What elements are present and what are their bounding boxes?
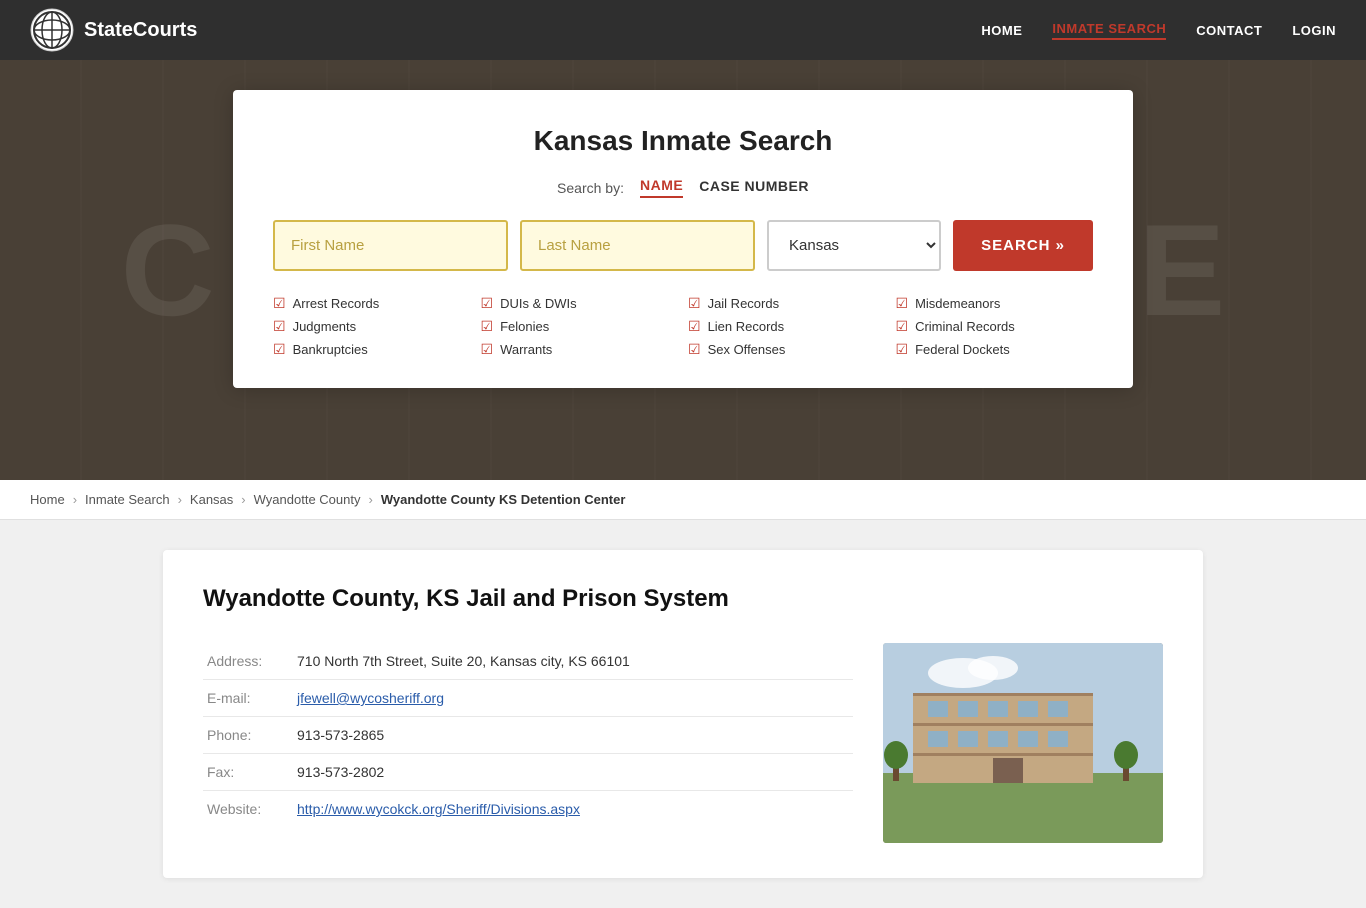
- check-icon: ☑: [896, 295, 909, 312]
- checkbox-lien-records: ☑ Lien Records: [688, 318, 886, 335]
- check-icon: ☑: [688, 318, 701, 335]
- info-table: Address: 710 North 7th Street, Suite 20,…: [203, 643, 853, 827]
- content-main: Address: 710 North 7th Street, Suite 20,…: [203, 643, 853, 843]
- check-icon: ☑: [273, 318, 286, 335]
- website-value: http://www.wycokck.org/Sheriff/Divisions…: [293, 791, 853, 828]
- search-button[interactable]: SEARCH »: [953, 220, 1093, 271]
- check-icon: ☑: [688, 295, 701, 312]
- search-card: Kansas Inmate Search Search by: NAME CAS…: [233, 90, 1133, 388]
- fax-value: 913-573-2802: [293, 754, 853, 791]
- table-row: Fax: 913-573-2802: [203, 754, 853, 791]
- search-title: Kansas Inmate Search: [273, 125, 1093, 157]
- address-value: 710 North 7th Street, Suite 20, Kansas c…: [293, 643, 853, 680]
- check-icon: ☑: [481, 318, 494, 335]
- breadcrumb-sep-3: ›: [241, 492, 245, 507]
- check-icon: ☑: [481, 341, 494, 358]
- phone-value: 913-573-2865: [293, 717, 853, 754]
- tab-case-number[interactable]: CASE NUMBER: [699, 178, 809, 197]
- content-card: Wyandotte County, KS Jail and Prison Sys…: [163, 550, 1203, 878]
- hero-section: COURTHOUSE Kansas Inmate Search Search b…: [0, 60, 1366, 480]
- table-row: Phone: 913-573-2865: [203, 717, 853, 754]
- main-nav: HOME INMATE SEARCH CONTACT LOGIN: [981, 21, 1336, 40]
- checkbox-label: Arrest Records: [293, 296, 380, 311]
- checkbox-federal-dockets: ☑ Federal Dockets: [896, 341, 1094, 358]
- website-link[interactable]: http://www.wycokck.org/Sheriff/Divisions…: [297, 801, 580, 817]
- content-area: Wyandotte County, KS Jail and Prison Sys…: [133, 520, 1233, 908]
- checkbox-arrest-records: ☑ Arrest Records: [273, 295, 471, 312]
- breadcrumb-sep-4: ›: [368, 492, 372, 507]
- checkbox-label: DUIs & DWIs: [500, 296, 577, 311]
- checkbox-misdemeanors: ☑ Misdemeanors: [896, 295, 1094, 312]
- checkbox-bankruptcies: ☑ Bankruptcies: [273, 341, 471, 358]
- email-label: E-mail:: [203, 680, 293, 717]
- nav-contact[interactable]: CONTACT: [1196, 23, 1262, 38]
- phone-label: Phone:: [203, 717, 293, 754]
- nav-home[interactable]: HOME: [981, 23, 1022, 38]
- building-image: [883, 643, 1163, 843]
- table-row: Address: 710 North 7th Street, Suite 20,…: [203, 643, 853, 680]
- checkbox-criminal-records: ☑ Criminal Records: [896, 318, 1094, 335]
- check-icon: ☑: [273, 295, 286, 312]
- website-label: Website:: [203, 791, 293, 828]
- breadcrumb: Home › Inmate Search › Kansas › Wyandott…: [0, 480, 1366, 520]
- tab-name[interactable]: NAME: [640, 177, 683, 198]
- first-name-input[interactable]: [273, 220, 508, 271]
- breadcrumb-home[interactable]: Home: [30, 492, 65, 507]
- check-icon: ☑: [688, 341, 701, 358]
- table-row: E-mail: jfewell@wycosheriff.org: [203, 680, 853, 717]
- checkbox-label: Misdemeanors: [915, 296, 1000, 311]
- nav-login[interactable]: LOGIN: [1292, 23, 1336, 38]
- email-link[interactable]: jfewell@wycosheriff.org: [297, 690, 444, 706]
- checkbox-label: Federal Dockets: [915, 342, 1010, 357]
- checkbox-duis: ☑ DUIs & DWIs: [481, 295, 679, 312]
- checkbox-warrants: ☑ Warrants: [481, 341, 679, 358]
- facility-title: Wyandotte County, KS Jail and Prison Sys…: [203, 585, 1163, 613]
- checkbox-label: Warrants: [500, 342, 552, 357]
- checkbox-felonies: ☑ Felonies: [481, 318, 679, 335]
- last-name-input[interactable]: [520, 220, 755, 271]
- nav-inmate-search[interactable]: INMATE SEARCH: [1052, 21, 1166, 40]
- state-select[interactable]: Kansas Missouri Oklahoma Nebraska: [767, 220, 941, 271]
- search-by-row: Search by: NAME CASE NUMBER: [273, 177, 1093, 198]
- checkbox-sex-offenses: ☑ Sex Offenses: [688, 341, 886, 358]
- search-by-label: Search by:: [557, 180, 624, 196]
- breadcrumb-sep-1: ›: [73, 492, 77, 507]
- site-header: StateCourts HOME INMATE SEARCH CONTACT L…: [0, 0, 1366, 60]
- email-value: jfewell@wycosheriff.org: [293, 680, 853, 717]
- logo-icon: [30, 8, 74, 52]
- logo[interactable]: StateCourts: [30, 8, 197, 52]
- checkbox-label: Jail Records: [708, 296, 780, 311]
- breadcrumb-sep-2: ›: [178, 492, 182, 507]
- check-icon: ☑: [273, 341, 286, 358]
- check-icon: ☑: [896, 318, 909, 335]
- checkbox-jail-records: ☑ Jail Records: [688, 295, 886, 312]
- checkbox-label: Felonies: [500, 319, 549, 334]
- logo-text: StateCourts: [84, 19, 197, 42]
- check-icon: ☑: [481, 295, 494, 312]
- checkbox-label: Lien Records: [708, 319, 785, 334]
- table-row: Website: http://www.wycokck.org/Sheriff/…: [203, 791, 853, 828]
- checkbox-label: Bankruptcies: [293, 342, 368, 357]
- fax-label: Fax:: [203, 754, 293, 791]
- checkbox-label: Sex Offenses: [708, 342, 786, 357]
- breadcrumb-kansas[interactable]: Kansas: [190, 492, 233, 507]
- search-inputs-row: Kansas Missouri Oklahoma Nebraska SEARCH…: [273, 220, 1093, 271]
- checkboxes-grid: ☑ Arrest Records ☑ DUIs & DWIs ☑ Jail Re…: [273, 295, 1093, 358]
- address-label: Address:: [203, 643, 293, 680]
- checkbox-label: Criminal Records: [915, 319, 1015, 334]
- breadcrumb-inmate-search[interactable]: Inmate Search: [85, 492, 170, 507]
- breadcrumb-wyandotte-county[interactable]: Wyandotte County: [254, 492, 361, 507]
- checkbox-judgments: ☑ Judgments: [273, 318, 471, 335]
- content-layout: Address: 710 North 7th Street, Suite 20,…: [203, 643, 1163, 843]
- checkbox-label: Judgments: [293, 319, 357, 334]
- breadcrumb-current: Wyandotte County KS Detention Center: [381, 492, 626, 507]
- check-icon: ☑: [896, 341, 909, 358]
- building-svg: [883, 643, 1163, 843]
